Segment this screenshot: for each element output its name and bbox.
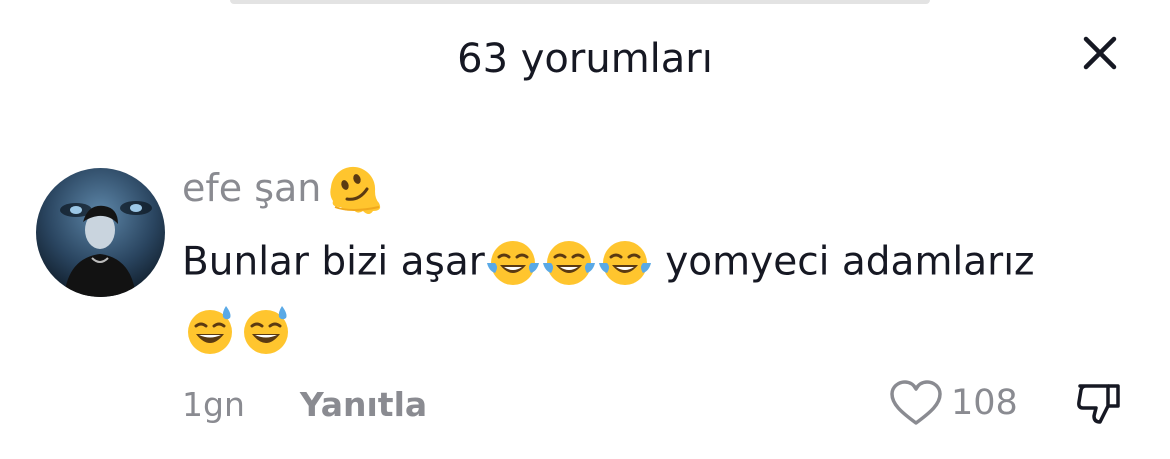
dislike-button[interactable] xyxy=(1074,378,1126,428)
face-with-tears-of-joy-emoji xyxy=(541,237,597,289)
comment-text-part-1: Bunlar bizi aşar xyxy=(182,239,485,285)
comment-text: Bunlar bizi aşar yomyeci adamlarız xyxy=(182,228,1142,362)
sheet-top-edge xyxy=(230,0,930,4)
reply-button[interactable]: Yanıtla xyxy=(300,385,427,424)
heart-outline-icon xyxy=(890,380,942,425)
face-with-tears-of-joy-emoji xyxy=(597,237,653,289)
face-with-tears-of-joy-emoji xyxy=(485,237,541,289)
comments-title: 63 yorumları xyxy=(457,36,713,82)
grinning-face-with-sweat-emoji xyxy=(182,302,238,358)
like-count: 108 xyxy=(951,383,1018,423)
comment-text-part-2: yomyeci adamlarız xyxy=(652,239,1035,285)
username[interactable]: efe şan xyxy=(182,166,321,210)
comment-meta-row: 1gn Yanıtla xyxy=(182,380,427,428)
close-button[interactable] xyxy=(1078,31,1122,75)
avatar[interactable] xyxy=(36,168,165,297)
comment-username-row[interactable]: efe şan xyxy=(182,158,385,218)
thumbs-down-icon xyxy=(1077,384,1120,424)
comment-time: 1gn xyxy=(182,384,245,424)
profile-photo xyxy=(36,168,165,297)
like-button[interactable]: 108 xyxy=(887,378,1018,428)
grinning-face-with-sweat-emoji xyxy=(238,302,294,358)
melting-face-emoji xyxy=(323,161,385,219)
close-icon xyxy=(1083,36,1117,70)
